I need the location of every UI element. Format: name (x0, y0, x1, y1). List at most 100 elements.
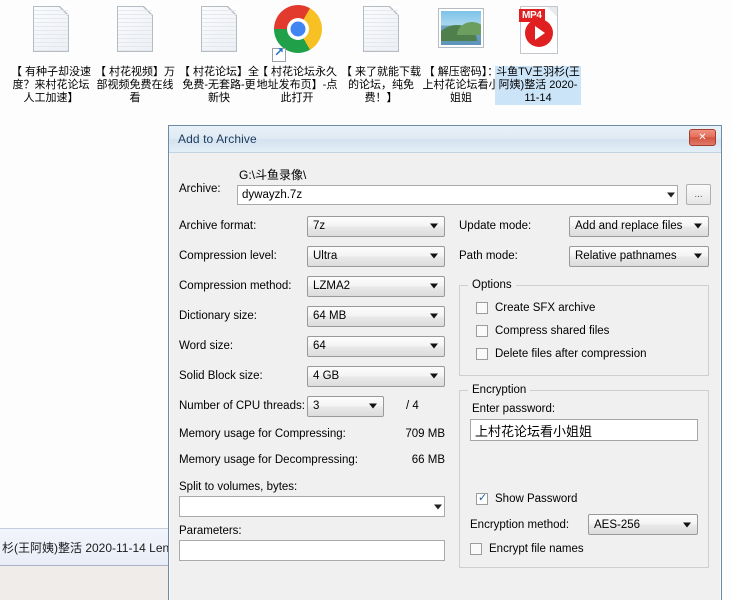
archive-format-field: Archive format: 7z (179, 211, 445, 241)
desktop-icon-doc-1[interactable]: 【 有种子却没速度？来村花论坛人工加速】 (8, 2, 94, 105)
desktop-icon-label: 【 村花视频】万部视频免费在线看 (94, 66, 176, 104)
cpu-threads-total: / 4 (406, 400, 419, 412)
encryption-group: Encryption Enter password: 上村花论坛看小姐姐 Sho… (459, 384, 709, 568)
enter-password-label: Enter password: (472, 403, 556, 415)
memory-compressing-value: 709 MB (405, 428, 445, 440)
chevron-down-icon (430, 373, 438, 379)
checkbox-box-icon (470, 542, 482, 555)
desktop-icon-label: 【 解压密码】：上村花论坛看小姐姐 (422, 66, 500, 104)
chevron-down-icon (683, 522, 691, 527)
path-mode-field: Path mode: Relative pathnames (459, 241, 709, 271)
compression-level-label: Compression level: (179, 250, 277, 262)
cpu-threads-label: Number of CPU threads: (179, 400, 305, 412)
dialog-titlebar[interactable]: Add to Archive (169, 126, 721, 153)
memory-decompressing-label: Memory usage for Decompressing: (179, 454, 358, 466)
word-size-select[interactable]: 64 (307, 335, 445, 357)
word-size-field: Word size: 64 (179, 331, 445, 361)
chevron-down-icon (434, 504, 442, 509)
chevron-down-icon (430, 343, 438, 349)
split-volumes-input[interactable] (179, 496, 445, 517)
solid-block-size-field: Solid Block size: 4 GB (179, 361, 445, 391)
memory-compressing-row: Memory usage for Compressing: 709 MB (179, 421, 445, 447)
encryption-method-label: Encryption method: (470, 518, 570, 531)
cpu-threads-value: 3 (313, 400, 320, 412)
path-mode-value: Relative pathnames (575, 250, 677, 262)
delete-files-after-compression-checkbox[interactable]: Delete files after compression (470, 342, 698, 365)
checkbox-box-icon (476, 301, 488, 314)
encryption-method-select[interactable]: AES-256 (588, 514, 698, 535)
compression-method-value: LZMA2 (313, 280, 351, 292)
compression-method-label: Compression method: (179, 280, 292, 292)
update-mode-select[interactable]: Add and replace files (569, 215, 709, 237)
path-mode-select[interactable]: Relative pathnames (569, 245, 709, 267)
path-mode-label: Path mode: (459, 250, 518, 262)
update-mode-value: Add and replace files (575, 220, 683, 232)
compress-shared-files-label: Compress shared files (495, 324, 610, 337)
desktop-icon-doc-3[interactable]: 【 村花论坛】全免费-无套路-更新快 (176, 2, 262, 105)
dictionary-size-select[interactable]: 64 MB (307, 305, 445, 327)
show-password-label: Show Password (495, 492, 578, 505)
compression-level-select[interactable]: Ultra (307, 245, 445, 267)
chevron-down-icon (694, 253, 702, 259)
archive-name-input[interactable]: dywayzh.7z (237, 184, 678, 205)
memory-decompressing-row: Memory usage for Decompressing: 66 MB (179, 447, 445, 473)
desktop-icon-label: 斗鱼TV王羽杉(王阿姨)整活 2020-11-14 (495, 66, 581, 105)
dictionary-size-label: Dictionary size: (179, 310, 257, 322)
update-mode-label: Update mode: (459, 220, 532, 232)
browse-button[interactable]: ... (686, 184, 711, 205)
compression-method-select[interactable]: LZMA2 (307, 275, 445, 297)
compression-level-field: Compression level: Ultra (179, 241, 445, 271)
encrypt-file-names-checkbox[interactable]: Encrypt file names (470, 537, 698, 560)
password-input[interactable]: 上村花论坛看小姐姐 (470, 419, 698, 441)
checkbox-box-icon (476, 347, 488, 360)
chevron-down-icon (667, 192, 675, 197)
add-to-archive-dialog: Add to Archive Archive: G:\斗鱼录像\ dywayzh… (168, 125, 722, 600)
desktop-icon-label: 【 有种子却没速度？来村花论坛人工加速】 (10, 66, 92, 104)
compression-level-value: Ultra (313, 250, 338, 262)
desktop-icon-chrome-shortcut[interactable]: 【 村花论坛永久地址发布页】-点此打开 (254, 2, 340, 105)
taskbar-item-label: 杉(王阿姨)整活 2020-11-14 Len (2, 540, 170, 555)
memory-compressing-label: Memory usage for Compressing: (179, 428, 346, 440)
right-options-column: Update mode: Add and replace files Path … (459, 211, 709, 568)
desktop-icon-row: 【 有种子却没速度？来村花论坛人工加速】 【 村花视频】万部视频免费在线看 【 … (0, 0, 732, 125)
document-icon (357, 6, 405, 64)
options-group: Options Create SFX archive Compress shar… (459, 279, 709, 376)
create-sfx-archive-checkbox[interactable]: Create SFX archive (470, 296, 698, 319)
play-icon (525, 19, 553, 47)
shortcut-arrow-icon (272, 46, 286, 62)
close-icon[interactable] (689, 129, 716, 146)
options-group-legend: Options (468, 279, 516, 291)
desktop-icon-doc-2[interactable]: 【 村花视频】万部视频免费在线看 (92, 2, 178, 105)
compress-shared-files-checkbox[interactable]: Compress shared files (470, 319, 698, 342)
encrypt-file-names-label: Encrypt file names (489, 542, 584, 555)
solid-block-size-value: 4 GB (313, 370, 340, 382)
archive-format-select[interactable]: 7z (307, 215, 445, 237)
desktop-icon-doc-4[interactable]: 【 来了就能下载的论坛，纯免费！】 (338, 2, 424, 105)
show-password-checkbox[interactable]: Show Password (470, 487, 698, 510)
chevron-down-icon (430, 223, 438, 229)
parameters-input[interactable] (179, 540, 445, 561)
cpu-threads-field: Number of CPU threads: 3 / 4 (179, 391, 445, 421)
desktop-icon-image[interactable]: 【 解压密码】：上村花论坛看小姐姐 (418, 2, 504, 105)
update-mode-field: Update mode: Add and replace files (459, 211, 709, 241)
archive-folder-path: G:\斗鱼录像\ (239, 168, 307, 182)
left-options-column: Archive format: 7z Compression level: Ul… (179, 211, 445, 568)
chevron-down-icon (430, 313, 438, 319)
dialog-title: Add to Archive (178, 132, 257, 146)
desktop-icon-label: 【 村花论坛】全免费-无套路-更新快 (178, 66, 260, 104)
archive-format-label: Archive format: (179, 220, 257, 232)
encryption-method-field: Encryption method: AES-256 (470, 514, 698, 535)
archive-label: Archive: (179, 183, 221, 195)
checkbox-box-icon (476, 324, 488, 337)
encryption-method-value: AES-256 (594, 518, 641, 531)
chrome-icon (272, 5, 322, 64)
desktop-icon-mp4[interactable]: MP4 斗鱼TV王羽杉(王阿姨)整活 2020-11-14 (495, 2, 581, 105)
password-value: 上村花论坛看小姐姐 (475, 424, 593, 440)
memory-decompressing-value: 66 MB (411, 454, 445, 466)
cpu-threads-select[interactable]: 3 (307, 395, 384, 417)
word-size-label: Word size: (179, 340, 234, 352)
solid-block-size-select[interactable]: 4 GB (307, 365, 445, 387)
archive-path-block: Archive: G:\斗鱼录像\ dywayzh.7z ... (179, 166, 711, 205)
compression-method-field: Compression method: LZMA2 (179, 271, 445, 301)
parameters-label: Parameters: (179, 525, 242, 537)
